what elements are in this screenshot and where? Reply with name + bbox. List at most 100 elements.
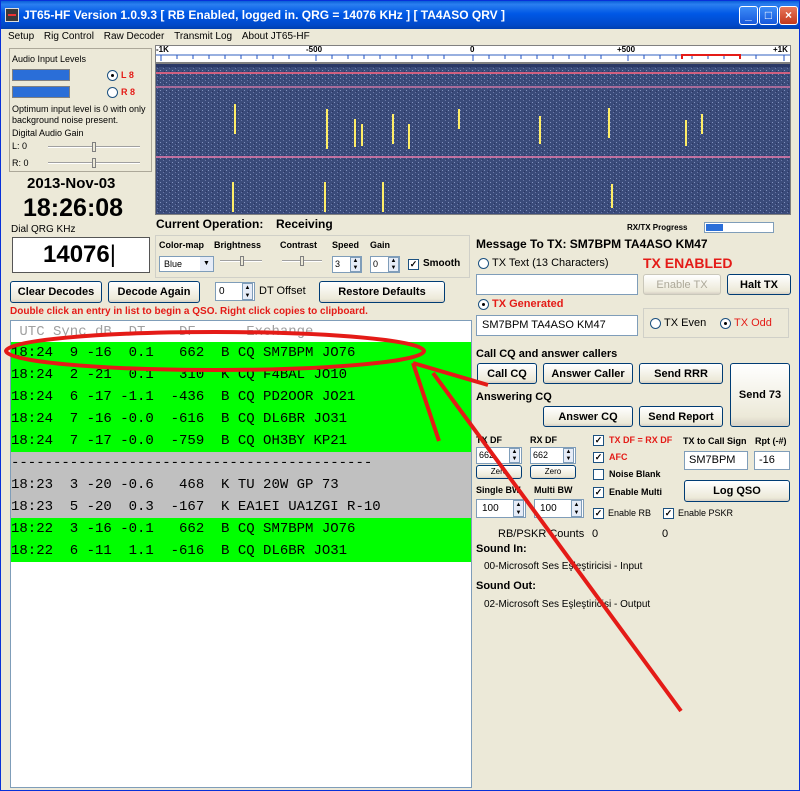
tx-generated-field[interactable]: SM7BPM TA4ASO KM47 — [476, 315, 638, 336]
send-rrr-button[interactable]: Send RRR — [639, 363, 723, 384]
decode-row[interactable]: 18:24 7 -17 -0.0 -759 B CQ OH3BY KP21 — [11, 430, 471, 452]
l-gain-thumb[interactable] — [92, 142, 96, 152]
decode-row[interactable]: 18:23 3 -20 -0.6 468 K TU 20W GP 73 — [11, 474, 471, 496]
speed-spinner[interactable]: ▲ ▼ — [350, 257, 361, 272]
r-gain-label: R: 0 — [12, 158, 29, 168]
tx-enabled-status: TX ENABLED — [643, 255, 733, 271]
window-title: JT65-HF Version 1.0.9.3 [ RB Enabled, lo… — [23, 8, 506, 22]
rb-count: 0 — [592, 528, 599, 540]
left-level-bar — [12, 69, 70, 81]
decode-row[interactable]: 18:24 6 -17 -1.1 -436 B CQ PD2OOR JO21 — [11, 386, 471, 408]
tx-text-radio[interactable] — [478, 258, 489, 269]
left-channel-radio[interactable] — [107, 70, 118, 81]
audio-panel: Audio Input Levels L 8 R 8 Optimum input… — [9, 48, 152, 172]
tx-period-group: TX Even TX Odd — [643, 308, 789, 338]
tx-call-label: TX to Call Sign — [683, 436, 747, 446]
afc-checkbox[interactable]: ✓ — [593, 452, 604, 463]
menu-bar: Setup Rig Control Raw Decoder Transmit L… — [1, 29, 799, 44]
decode-again-button[interactable]: Decode Again — [108, 281, 200, 303]
tx-generated-radio[interactable] — [478, 299, 489, 310]
noise-blank-checkbox[interactable] — [593, 469, 604, 480]
enable-pskr-checkbox[interactable]: ✓ — [663, 508, 674, 519]
decode-row[interactable]: 18:24 9 -16 0.1 662 B CQ SM7BPM JO76 — [11, 342, 471, 364]
colormap-label: Color-map — [159, 240, 204, 250]
decode-header: UTC Sync dB DT DF Exchange — [11, 324, 314, 340]
clear-decodes-button[interactable]: Clear Decodes — [10, 281, 102, 303]
colormap-select[interactable]: Blue ▼ — [159, 256, 214, 272]
speed-value: 3 — [335, 259, 341, 269]
gain-value: 0 — [373, 259, 379, 269]
decode-row[interactable]: 18:23 5 -20 0.3 -167 K EA1EI UA1ZGI R-10 — [11, 496, 471, 518]
halt-tx-button[interactable]: Halt TX — [727, 274, 791, 295]
menu-transmit-log[interactable]: Transmit Log — [174, 31, 232, 42]
waterfall-display[interactable] — [155, 63, 791, 215]
dial-qrg-input[interactable]: 14076| — [12, 237, 150, 273]
single-bw-label: Single BW — [476, 485, 521, 495]
right-channel-radio[interactable] — [107, 87, 118, 98]
enable-rb-checkbox[interactable]: ✓ — [593, 508, 604, 519]
app-icon — [5, 8, 19, 22]
tx-even-radio[interactable] — [650, 318, 661, 329]
call-cq-button[interactable]: Call CQ — [477, 363, 537, 384]
answer-cq-button[interactable]: Answer CQ — [543, 406, 633, 427]
decode-row[interactable]: 18:24 7 -16 -0.0 -616 B CQ DL6BR JO31 — [11, 408, 471, 430]
enable-multi-label: Enable Multi — [609, 487, 663, 497]
tx-df-zero-button[interactable]: Zero — [476, 465, 522, 479]
call-cq-title: Call CQ and answer callers — [476, 348, 618, 360]
tx-generated-value: SM7BPM TA4ASO KM47 — [482, 319, 606, 331]
log-qso-button[interactable]: Log QSO — [684, 480, 790, 502]
tx-df-spinner[interactable]: ▲ ▼ — [509, 448, 520, 463]
rx-df-spinner[interactable]: ▲ ▼ — [563, 448, 574, 463]
tx-even-label: TX Even — [664, 317, 707, 329]
tx-eq-rx-checkbox[interactable]: ✓ — [593, 435, 604, 446]
afc-label: AFC — [609, 452, 628, 462]
decode-instructions: Double click an entry in list to begin a… — [10, 306, 368, 317]
decode-list[interactable]: UTC Sync dB DT DF Exchange 18:24 9 -16 0… — [10, 320, 472, 788]
scale-ticks — [156, 54, 790, 61]
decode-row[interactable]: ----------------------------------------… — [11, 452, 471, 474]
send-report-button[interactable]: Send Report — [639, 406, 723, 427]
sound-out-label: Sound Out: — [476, 580, 536, 592]
minimize-button[interactable]: _ — [739, 6, 758, 25]
enable-tx-button[interactable]: Enable TX — [643, 274, 721, 295]
enable-pskr-label: Enable PSKR — [678, 508, 734, 518]
send-73-button[interactable]: Send 73 — [730, 363, 790, 427]
brightness-label: Brightness — [214, 240, 262, 250]
speed-label: Speed — [332, 240, 360, 250]
restore-defaults-button[interactable]: Restore Defaults — [319, 281, 445, 303]
multi-bw-spinner[interactable]: ▲ ▼ — [571, 500, 582, 517]
menu-rig-control[interactable]: Rig Control — [44, 31, 94, 42]
r-gain-thumb[interactable] — [92, 158, 96, 168]
decode-row[interactable]: 18:24 2 -21 0.1 310 K CQ F4BAL JO10 — [11, 364, 471, 386]
close-button[interactable]: × — [779, 6, 798, 25]
smooth-checkbox[interactable]: ✓ — [408, 259, 419, 270]
display-controls: Color-map Blue ▼ Brightness Contrast Spe… — [155, 235, 470, 278]
rpt-input[interactable]: -16 — [754, 451, 790, 470]
enable-multi-checkbox[interactable]: ✓ — [593, 487, 604, 498]
decode-row[interactable]: 18:22 3 -16 -0.1 662 B CQ SM7BPM JO76 — [11, 518, 471, 540]
menu-raw-decoder[interactable]: Raw Decoder — [104, 31, 165, 42]
gain-spinner[interactable]: ▲ ▼ — [388, 257, 399, 272]
maximize-button[interactable]: □ — [759, 6, 778, 25]
title-bar[interactable]: JT65-HF Version 1.0.9.3 [ RB Enabled, lo… — [1, 1, 799, 29]
decode-rows: 18:24 9 -16 0.1 662 B CQ SM7BPM JO76 18:2… — [11, 342, 471, 562]
tx-text-input[interactable] — [476, 274, 638, 295]
message-to-tx: Message To TX: SM7BPM TA4ASO KM47 — [476, 237, 708, 251]
tx-call-value: SM7BPM — [689, 454, 736, 466]
enable-rb-label: Enable RB — [608, 508, 652, 518]
brightness-thumb[interactable] — [240, 256, 244, 266]
dt-offset-value: 0 — [219, 286, 225, 297]
single-bw-spinner[interactable]: ▲ ▼ — [513, 500, 524, 517]
time-display: 18:26:08 — [23, 194, 124, 222]
decode-row[interactable]: 18:22 6 -11 1.1 -616 B CQ DL6BR JO31 — [11, 540, 471, 562]
tx-call-input[interactable]: SM7BPM — [684, 451, 748, 470]
contrast-thumb[interactable] — [300, 256, 304, 266]
dial-qrg-label: Dial QRG KHz — [11, 224, 76, 235]
menu-about[interactable]: About JT65-HF — [242, 31, 310, 42]
answer-caller-button[interactable]: Answer Caller — [543, 363, 633, 384]
tx-odd-radio[interactable] — [720, 318, 731, 329]
rx-df-zero-button[interactable]: Zero — [530, 465, 576, 479]
dt-offset-spinner[interactable]: ▲ ▼ — [242, 283, 253, 300]
menu-setup[interactable]: Setup — [8, 31, 34, 42]
chevron-down-icon[interactable]: ▼ — [200, 257, 213, 271]
